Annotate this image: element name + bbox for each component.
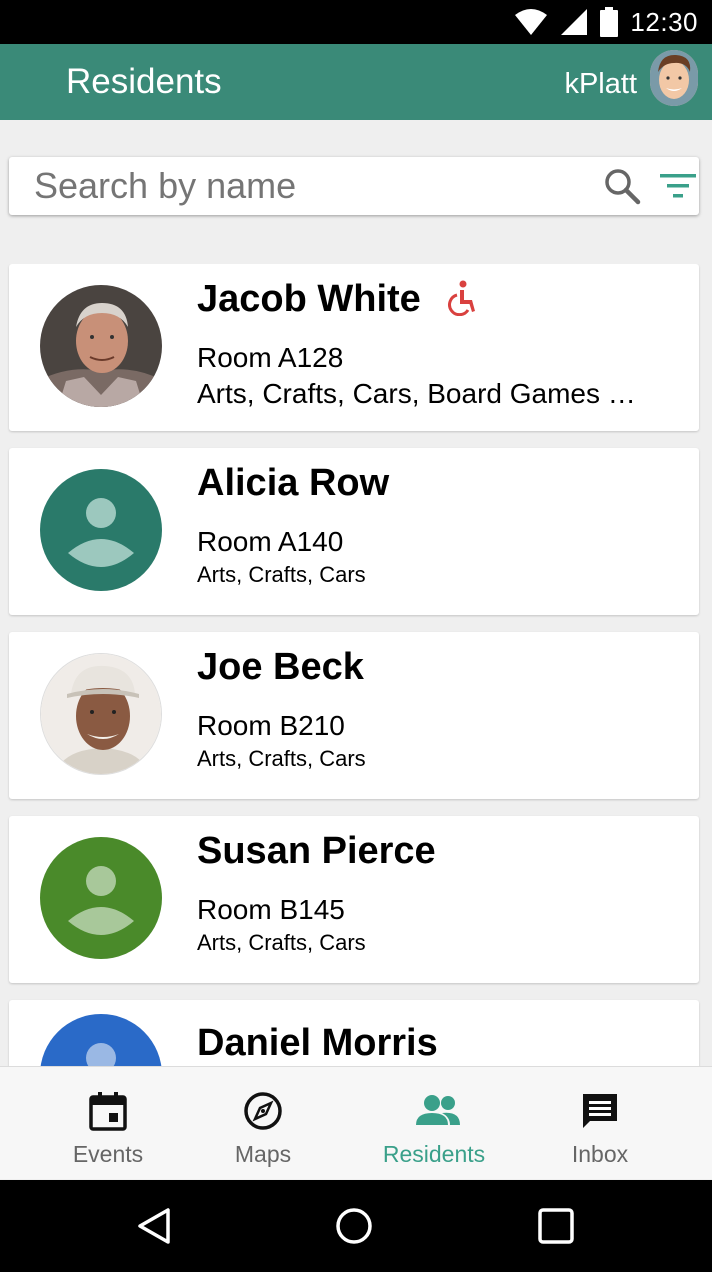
default-avatar-icon (68, 866, 134, 935)
resident-name: Jacob White (197, 278, 421, 320)
resident-name: Daniel Morris (197, 1022, 438, 1064)
nav-item-events[interactable]: Events (48, 1067, 168, 1180)
resident-interests: Arts, Crafts, Cars (197, 562, 366, 587)
avatar (40, 469, 162, 591)
resident-name: Alicia Row (197, 462, 390, 504)
nav-item-maps[interactable]: Maps (203, 1067, 323, 1180)
resident-card[interactable]: Joe Beck Room B210 Arts, Crafts, Cars (9, 632, 699, 799)
filter-icon[interactable] (659, 170, 697, 202)
user-avatar[interactable] (650, 50, 698, 106)
nav-label-maps: Maps (234, 1141, 292, 1167)
nav-label-events: Events (72, 1141, 144, 1167)
avatar (40, 653, 162, 775)
resident-name: Susan Pierce (197, 830, 436, 872)
resident-room: Room B145 (197, 894, 345, 925)
resident-card[interactable]: Alicia Row Room A140 Arts, Crafts, Cars (9, 448, 699, 615)
page-title: Residents (66, 62, 222, 101)
resident-name: Joe Beck (197, 646, 364, 688)
resident-room: Room B210 (197, 710, 345, 741)
back-icon[interactable] (134, 1206, 174, 1246)
nav-label-residents: Residents (382, 1141, 486, 1167)
bottom-nav: Events Maps Residents Inbox (0, 1066, 712, 1179)
username[interactable]: kPlatt (564, 68, 637, 101)
resident-card[interactable]: Jacob White Room A128 Arts, Crafts, Cars… (9, 264, 699, 431)
status-bar: 12:30 (0, 0, 712, 44)
search-bar (9, 157, 699, 215)
resident-card[interactable]: Susan Pierce Room B145 Arts, Crafts, Car… (9, 816, 699, 983)
system-nav-bar (0, 1180, 712, 1272)
resident-room: Room A140 (197, 526, 344, 557)
avatar (40, 837, 162, 959)
resident-room: Room A128 (197, 342, 344, 373)
calendar-icon (89, 1092, 127, 1131)
resident-list: Jacob White Room A128 Arts, Crafts, Cars… (0, 264, 712, 1066)
resident-interests: Arts, Crafts, Cars, Board Games … (197, 378, 636, 409)
home-icon[interactable] (334, 1206, 374, 1246)
resident-card[interactable]: Daniel Morris (9, 1000, 699, 1066)
nav-label-inbox: Inbox (571, 1141, 629, 1167)
default-avatar-icon (86, 1043, 116, 1066)
nav-item-residents[interactable]: Residents (374, 1067, 494, 1180)
message-icon (583, 1094, 617, 1128)
avatar (40, 1014, 162, 1066)
search-icon[interactable] (603, 167, 641, 205)
people-icon (416, 1095, 460, 1125)
recents-icon[interactable] (536, 1206, 576, 1246)
wifi-icon (515, 9, 548, 35)
battery-icon (600, 7, 619, 37)
avatar (40, 285, 162, 407)
app-bar: Residents kPlatt (0, 44, 712, 120)
status-icons: 12:30 (514, 6, 698, 38)
resident-interests: Arts, Crafts, Cars (197, 746, 366, 771)
compass-icon (244, 1092, 282, 1130)
wheelchair-icon (448, 280, 475, 316)
default-avatar-icon (68, 498, 134, 567)
nav-item-inbox[interactable]: Inbox (540, 1067, 660, 1180)
status-time: 12:30 (630, 6, 698, 37)
search-input[interactable] (34, 162, 594, 210)
signal-icon (561, 9, 588, 35)
resident-interests: Arts, Crafts, Cars (197, 930, 366, 955)
